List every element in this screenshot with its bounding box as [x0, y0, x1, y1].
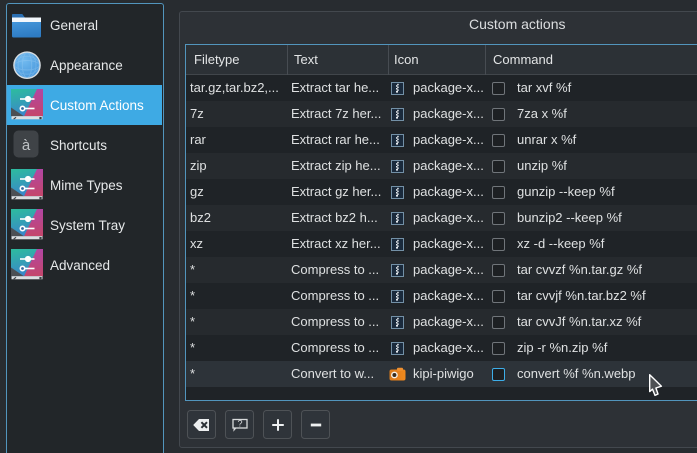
svg-text:?: ?: [237, 418, 242, 428]
svg-text:à: à: [22, 137, 31, 154]
